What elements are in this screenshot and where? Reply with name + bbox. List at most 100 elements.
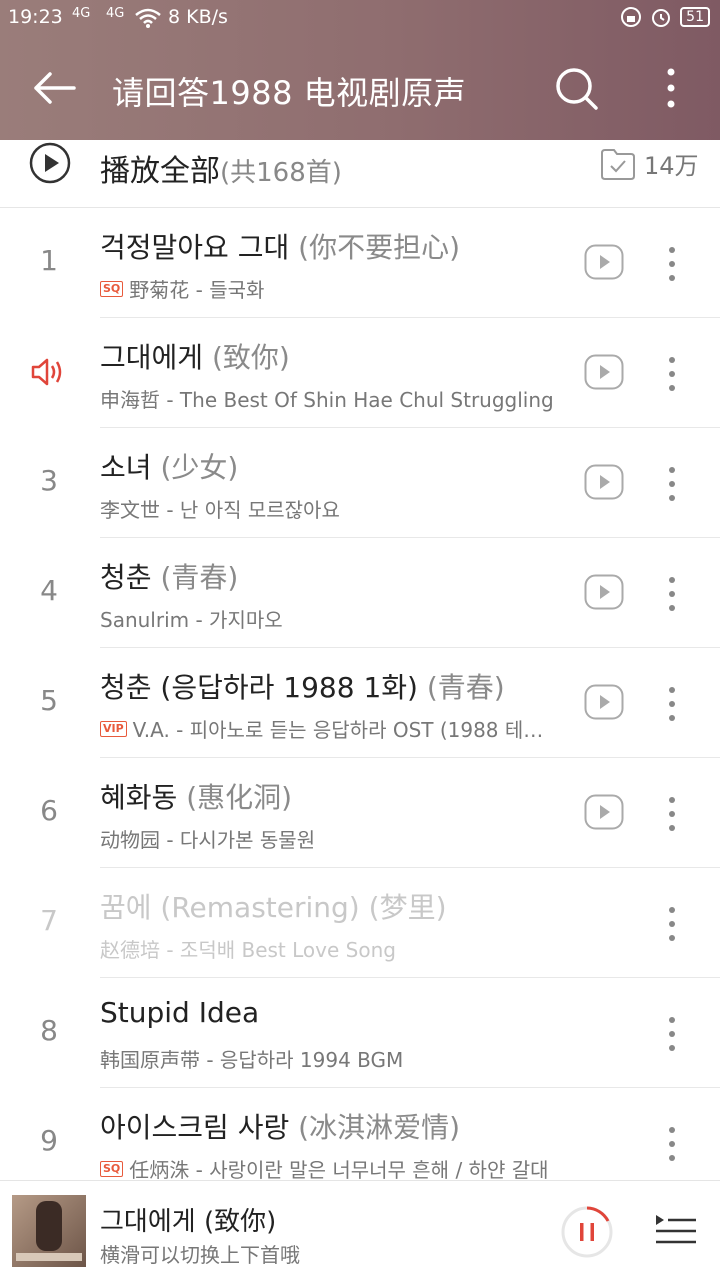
signal-4g-1: 4G: [72, 6, 91, 21]
song-title-line: 청춘 (青春): [100, 556, 238, 596]
artist-album: 动物园 - 다시가본 동물원: [100, 828, 316, 852]
playlist-icon[interactable]: [652, 1211, 698, 1251]
collect-button[interactable]: 14万: [600, 146, 699, 181]
play-all-label: 播放全部(共168首): [100, 146, 342, 190]
song-translation: (梦里): [368, 891, 447, 924]
artist-album: 野菊花 - 들국화: [129, 278, 265, 302]
player-subtitle: 横滑可以切换上下首哦: [100, 1243, 300, 1267]
mini-player[interactable]: 그대에게 (致你) 横滑可以切换上下首哦: [0, 1180, 720, 1280]
song-more-icon[interactable]: [664, 354, 680, 394]
page-title: 请回答1988 电视剧原声: [112, 74, 467, 112]
mv-play-icon[interactable]: [584, 244, 624, 280]
song-title-line: 걱정말아요 그대 (你不要担心): [100, 226, 460, 266]
quality-badge: SQ: [100, 1160, 124, 1177]
back-button[interactable]: [30, 64, 78, 112]
artist-album: Sanulrim - 가지마오: [100, 608, 283, 632]
search-icon[interactable]: [552, 64, 600, 112]
artist-album: V.A. - 피아노로 듣는 응답하라 OST (1988 테…: [132, 718, 544, 742]
track-number: 4: [40, 574, 58, 607]
mv-play-icon[interactable]: [584, 354, 624, 390]
folder-check-icon: [601, 148, 635, 180]
song-count: (共168首): [220, 158, 342, 188]
song-translation: (少女): [160, 451, 239, 484]
song-content[interactable]: 혜화동 (惠化洞) 动物园 - 다시가본 동물원: [100, 758, 720, 868]
song-title: 그대에게: [100, 341, 204, 374]
song-content[interactable]: 소녀 (少女) 李文世 - 난 아직 모르잖아요: [100, 428, 720, 538]
cover-art: [36, 1201, 62, 1251]
song-translation: (你不要担心): [298, 231, 460, 264]
song-row[interactable]: 8 Stupid Idea 韩国原声带 - 응답하라 1994 BGM: [0, 978, 720, 1088]
song-content[interactable]: 청춘 (青春) Sanulrim - 가지마오: [100, 538, 720, 648]
song-title-line: 그대에게 (致你): [100, 336, 290, 376]
battery-indicator: 51: [680, 7, 710, 27]
song-content[interactable]: 청춘 (응답하라 1988 1화) (青春) VIP V.A. - 피아노로 듣는…: [100, 648, 720, 758]
play-all-text: 播放全部: [100, 154, 220, 189]
song-more-icon[interactable]: [664, 464, 680, 504]
song-title: 혜화동: [100, 781, 178, 814]
track-number: 1: [40, 244, 58, 277]
song-translation: (冰淇淋爱情): [298, 1111, 460, 1144]
song-meta: 申海哲 - The Best Of Shin Hae Chul Struggli…: [100, 384, 554, 413]
song-row[interactable]: 4 청춘 (青春) Sanulrim - 가지마오: [0, 538, 720, 648]
song-meta: SQ 任炳洙 - 사랑이란 말은 너무너무 흔해 / 하얀 갈대: [100, 1154, 549, 1183]
song-title: 청춘 (응답하라 1988 1화): [100, 671, 418, 704]
song-translation: (致你): [211, 341, 290, 374]
artist-album: 赵德培 - 조덕배 Best Love Song: [100, 938, 396, 962]
song-more-icon[interactable]: [664, 244, 680, 284]
song-meta: VIP V.A. - 피아노로 듣는 응답하라 OST (1988 테…: [100, 714, 543, 743]
status-bar: 19:23 4G 4G 8 KB/s 51: [0, 0, 720, 36]
mv-play-icon[interactable]: [584, 794, 624, 830]
song-more-icon[interactable]: [664, 904, 680, 944]
signal-4g-2: 4G: [106, 6, 125, 21]
status-time: 19:23: [8, 6, 63, 28]
album-cover[interactable]: [12, 1195, 86, 1267]
track-number: 8: [40, 1014, 58, 1047]
lock-rotation-icon: [621, 7, 642, 27]
song-row[interactable]: 7 꿈에 (Remastering) (梦里) 赵德培 - 조덕배 Best L…: [0, 868, 720, 978]
song-more-icon[interactable]: [664, 1014, 680, 1054]
song-more-icon[interactable]: [664, 794, 680, 834]
network-speed: 8 KB/s: [168, 6, 228, 28]
song-title: 소녀: [100, 451, 152, 484]
song-more-icon[interactable]: [664, 684, 680, 724]
play-all-icon[interactable]: [28, 141, 72, 185]
track-number: 7: [40, 904, 58, 937]
track-number: 9: [40, 1124, 58, 1157]
song-row[interactable]: 5 청춘 (응답하라 1988 1화) (青春) VIP V.A. - 피아노로 …: [0, 648, 720, 758]
song-meta: 动物园 - 다시가본 동물원: [100, 824, 315, 853]
song-row[interactable]: 3 소녀 (少女) 李文世 - 난 아직 모르잖아요: [0, 428, 720, 538]
wifi-icon: [135, 8, 161, 28]
artist-album: 任炳洙 - 사랑이란 말은 너무너무 흔해 / 하얀 갈대: [129, 1158, 549, 1182]
song-meta: 韩国原声带 - 응답하라 1994 BGM: [100, 1044, 403, 1073]
mv-play-icon[interactable]: [584, 464, 624, 500]
song-meta: Sanulrim - 가지마오: [100, 604, 283, 633]
song-more-icon[interactable]: [664, 1124, 680, 1164]
mv-play-icon[interactable]: [584, 684, 624, 720]
play-all-bar[interactable]: 播放全部(共168首) 14万: [0, 140, 720, 208]
more-vertical-icon[interactable]: [656, 64, 686, 112]
pause-icon[interactable]: [560, 1205, 614, 1259]
song-title-line: 아이스크림 사랑 (冰淇淋爱情): [100, 1106, 460, 1146]
collect-count: 14万: [644, 152, 699, 180]
song-row[interactable]: 그대에게 (致你) 申海哲 - The Best Of Shin Hae Chu…: [0, 318, 720, 428]
top-bar: 19:23 4G 4G 8 KB/s 51 请回答1988 电视剧原声: [0, 0, 720, 140]
song-title: 꿈에 (Remastering): [100, 891, 360, 924]
artist-album: 韩国原声带 - 응답하라 1994 BGM: [100, 1048, 404, 1072]
quality-badge: VIP: [100, 720, 127, 737]
song-row[interactable]: 1 걱정말아요 그대 (你不要担心) SQ 野菊花 - 들국화: [0, 208, 720, 318]
mv-play-icon[interactable]: [584, 574, 624, 610]
song-row[interactable]: 6 혜화동 (惠化洞) 动物园 - 다시가본 동물원: [0, 758, 720, 868]
song-more-icon[interactable]: [664, 574, 680, 614]
track-number: 3: [40, 464, 58, 497]
song-title-line: 꿈에 (Remastering) (梦里): [100, 886, 447, 926]
song-content[interactable]: Stupid Idea 韩国原声带 - 응답하라 1994 BGM: [100, 978, 720, 1088]
song-meta: 李文世 - 난 아직 모르잖아요: [100, 494, 340, 523]
song-title-line: 소녀 (少女): [100, 446, 238, 486]
song-title-line: Stupid Idea: [100, 996, 259, 1029]
song-content[interactable]: 꿈에 (Remastering) (梦里) 赵德培 - 조덕배 Best Lov…: [100, 868, 720, 978]
song-translation: (惠化洞): [186, 781, 293, 814]
song-title: 걱정말아요 그대: [100, 231, 290, 264]
song-translation: (青春): [426, 671, 505, 704]
song-content[interactable]: 그대에게 (致你) 申海哲 - The Best Of Shin Hae Chu…: [100, 318, 720, 428]
song-content[interactable]: 걱정말아요 그대 (你不要担心) SQ 野菊花 - 들국화: [100, 208, 720, 318]
